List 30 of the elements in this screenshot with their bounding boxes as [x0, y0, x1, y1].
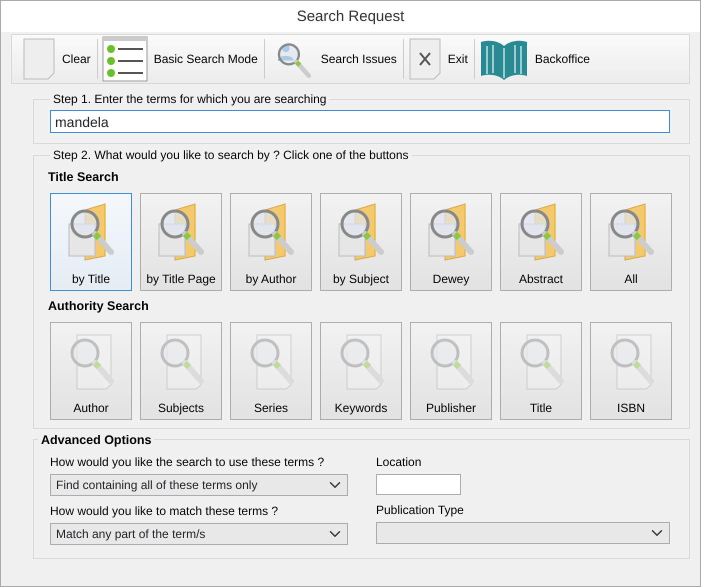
search-option-button[interactable]: by Subject — [320, 192, 402, 291]
field-label: Location — [376, 454, 422, 470]
section-legend: Step 2. What would you like to search by ? Click one of the buttons — [50, 148, 412, 162]
toolbar-button[interactable]: Backoffice — [474, 35, 596, 83]
section-legend: Step 1. Enter the terms for which you are searching — [50, 92, 330, 106]
toolbar-button[interactable]: Clear — [18, 35, 97, 83]
section-legend: Advanced Options — [38, 432, 154, 446]
toolbar-button[interactable]: Basic Search Mode — [98, 35, 264, 83]
search-terms-field[interactable]: mandela — [50, 110, 670, 133]
toolbar-button[interactable]: Search Issues — [264, 35, 403, 83]
group-heading: Title Search — [48, 169, 120, 186]
toolbar-button[interactable]: Exit — [404, 35, 474, 83]
search-option-button[interactable]: by Title — [50, 192, 132, 291]
field-label: Publication Type — [376, 502, 465, 518]
x-page-icon — [408, 37, 442, 81]
search-option-button[interactable]: by Author — [230, 192, 312, 291]
dropdown[interactable]: Find containing all of these terms only — [50, 474, 348, 496]
search-option-button[interactable]: Abstract — [500, 192, 582, 291]
dropdown[interactable]: Match any part of the term/s — [50, 522, 348, 544]
text-field[interactable] — [376, 474, 461, 494]
search-option-button[interactable]: Dewey — [410, 192, 492, 291]
open-book-icon — [478, 38, 529, 80]
field-label: How would you like to match these terms ? — [50, 502, 280, 520]
search-option-button[interactable]: All — [590, 192, 672, 291]
search-option-button[interactable]: by Title Page — [140, 192, 222, 291]
field-label: How would you like the search to use these terms ? — [50, 454, 326, 470]
window-title: Search Request — [1, 1, 700, 32]
group-heading: Authority Search — [48, 298, 150, 315]
dropdown[interactable] — [376, 522, 670, 544]
page-icon — [22, 37, 56, 81]
